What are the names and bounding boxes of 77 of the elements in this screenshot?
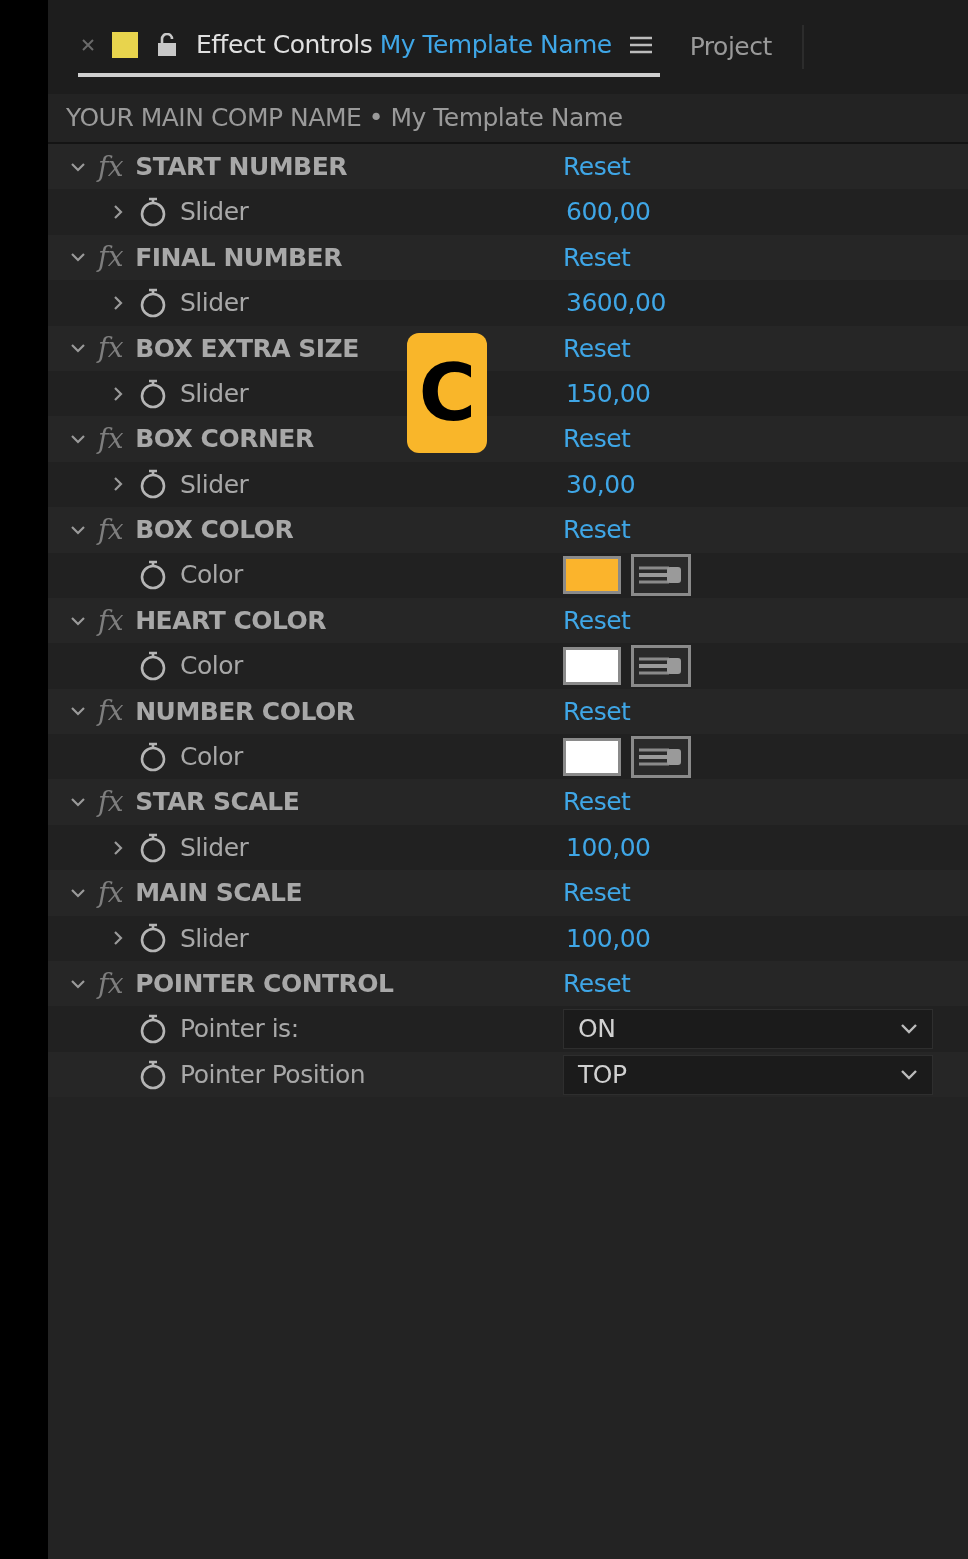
fx-icon[interactable]: fx [94,236,128,279]
fx-icon[interactable]: fx [94,145,128,188]
fx-icon[interactable]: fx [94,871,128,914]
stopwatch-icon[interactable] [138,740,168,773]
reset-link[interactable]: Reset [563,420,631,458]
marker-badge: C [407,333,487,453]
stopwatch-icon[interactable] [138,286,168,319]
fx-icon[interactable]: fx [94,962,128,1005]
property-label: Slider [180,922,249,955]
property-label: Pointer is: [180,1013,299,1046]
property-label: Pointer Position [180,1058,366,1091]
property-label: Slider [180,287,249,320]
eyedropper-icon[interactable] [631,735,691,778]
effect-name: POINTER CONTROL [135,967,394,1000]
property-label: Slider [180,468,249,501]
property-label: Slider [180,377,249,410]
property-label: Slider [180,196,249,229]
unlock-icon[interactable] [156,33,178,57]
eyedropper-icon[interactable] [631,645,691,687]
stopwatch-icon[interactable] [138,922,168,955]
reset-link[interactable]: Reset [563,601,631,640]
effect-name: BOX EXTRA SIZE [135,332,359,365]
stopwatch-icon[interactable] [138,1058,168,1091]
color-label-icon[interactable] [112,32,138,58]
property-label: Color [180,559,243,592]
stopwatch-icon[interactable] [138,650,168,682]
property-label: Color [180,650,243,683]
chevron-down-icon [900,1068,918,1081]
effect-name: BOX CORNER [135,423,314,456]
fx-icon[interactable]: fx [94,508,128,551]
slider-value[interactable]: 3600,00 [566,284,666,322]
dropdown[interactable]: TOP [563,1054,933,1095]
fx-icon[interactable]: fx [94,690,128,733]
slider-value[interactable]: 30,00 [566,465,636,504]
slider-value[interactable]: 100,00 [566,919,651,958]
reset-link[interactable]: Reset [563,874,631,912]
effect-name: MAIN SCALE [135,877,303,910]
fx-icon[interactable]: fx [94,781,128,824]
menu-icon[interactable] [629,36,652,54]
reset-link[interactable]: Reset [563,147,631,186]
color-swatch[interactable] [563,556,621,595]
fx-icon[interactable]: fx [94,418,128,461]
slider-value[interactable]: 100,00 [566,828,651,867]
stopwatch-icon[interactable] [138,377,168,410]
stopwatch-icon[interactable] [138,1013,168,1046]
reset-link[interactable]: Reset [563,238,631,277]
eyedropper-icon[interactable] [631,554,691,597]
color-swatch[interactable] [563,737,621,776]
slider-value[interactable]: 600,00 [566,193,651,231]
effect-name: NUMBER COLOR [135,695,355,728]
stopwatch-icon[interactable] [138,831,168,864]
property-label: Color [180,741,243,773]
reset-link[interactable]: Reset [563,511,631,549]
color-swatch[interactable] [563,647,621,685]
effect-name: STAR SCALE [135,786,300,819]
fx-icon[interactable]: fx [94,599,128,642]
effect-name: FINAL NUMBER [135,241,342,274]
project-tab[interactable]: Project [689,28,772,66]
effect-controls-tab[interactable]: Effect Controls My Template Name [78,17,660,77]
effect-name: BOX COLOR [135,514,294,547]
chevron-down-icon [900,1023,918,1036]
reset-link[interactable]: Reset [563,964,631,1003]
fx-icon[interactable]: fx [94,327,128,370]
stopwatch-icon[interactable] [138,196,168,229]
close-icon[interactable] [82,39,94,51]
stopwatch-icon[interactable] [138,468,168,501]
dropdown[interactable]: ON [563,1009,933,1050]
comp-path: YOUR MAIN COMP NAME • My Template Name [66,102,623,135]
effect-name: START NUMBER [135,150,347,183]
tab-title: Effect Controls My Template Name [196,29,612,62]
reset-link[interactable]: Reset [563,783,631,821]
reset-link[interactable]: Reset [563,329,631,367]
reset-link[interactable]: Reset [563,692,631,731]
property-label: Slider [180,831,249,864]
effect-name: HEART COLOR [135,604,327,637]
slider-value[interactable]: 150,00 [566,374,651,413]
stopwatch-icon[interactable] [138,559,168,592]
